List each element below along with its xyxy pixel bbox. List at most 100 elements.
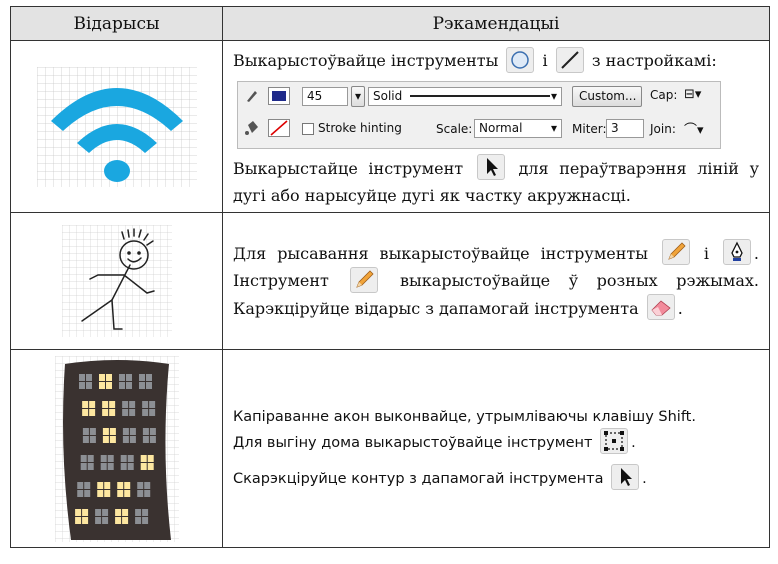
window-pane (149, 435, 156, 443)
stroke-color-swatch[interactable] (268, 86, 290, 105)
style-preview-line (410, 95, 551, 97)
cap-select-icon[interactable]: ⊟▾ (684, 87, 701, 102)
window-pane (138, 381, 145, 389)
stroke-width-field[interactable]: 45 (302, 86, 348, 106)
row3-text: Капіраванне акон выконвайце, утрымліваюч… (223, 405, 769, 492)
window-pane (88, 400, 95, 408)
join-label: Join: (650, 121, 676, 136)
window-pane (94, 516, 101, 524)
miter-field[interactable]: 3 (606, 118, 644, 138)
window-pane (101, 400, 108, 408)
window-pane (85, 381, 92, 389)
stroke-style-select[interactable]: Solid ▾ (368, 86, 562, 106)
window-pane (141, 508, 148, 516)
wifi-image-cell (10, 40, 223, 213)
window-pane (83, 489, 90, 497)
stickman-image-cell (10, 212, 223, 350)
window-pane (148, 400, 155, 408)
window-pane (76, 489, 83, 497)
window-pane (102, 427, 109, 435)
window-pane (142, 435, 149, 443)
window-pane (142, 427, 149, 435)
window-pane (102, 435, 109, 443)
window-pane (98, 373, 105, 381)
building-image-cell (10, 349, 223, 548)
stickman-eye-left (126, 251, 131, 255)
window-pane (78, 381, 85, 389)
window-pane (118, 373, 125, 381)
row3-p1: Капіраванне акон выконвайце, утрымліваюч… (233, 409, 696, 425)
window-pane (140, 462, 147, 470)
miter-label: Miter: (572, 121, 607, 136)
stroke-hinting-checkbox[interactable] (302, 122, 314, 135)
header-recommendations: Рэкамендацыі (222, 6, 770, 41)
pencil-tool-icon (350, 266, 379, 293)
window-pane (149, 427, 156, 435)
window-pane (107, 462, 114, 470)
window-pane (105, 381, 112, 389)
stroke-width-dropdown[interactable]: ▾ (351, 85, 365, 107)
row-building: Капіраванне акон выконвайце, утрымліваюч… (10, 349, 770, 548)
window-pane (128, 408, 135, 416)
window-pane (138, 373, 145, 381)
row3-p3: Скарэкціруйце контур з дапамогай інструм… (233, 464, 759, 492)
row1-line2: Выкарыстайце інструмент для пераўтварэнн… (223, 154, 769, 210)
window-pane (134, 516, 141, 524)
window-pane (109, 427, 116, 435)
scale-select[interactable]: Normal ▾ (474, 118, 562, 138)
custom-button[interactable]: Custom... (572, 85, 642, 107)
row-wifi: Выкарыстоўвайце інструменты і з настройк… (10, 40, 770, 213)
window-pane (108, 408, 115, 416)
row3-p2: Для выгіну дома выкарыстоўвайце інструме… (233, 428, 759, 456)
window-pane (114, 508, 121, 516)
window-pane (118, 381, 125, 389)
window-pane (148, 408, 155, 416)
window-pane (121, 516, 128, 524)
cap-label: Cap: (650, 87, 678, 102)
window-pane (89, 427, 96, 435)
building-drawing (54, 355, 179, 542)
window-pane (100, 462, 107, 470)
pencil-tool-icon (661, 239, 690, 266)
fill-color-swatch[interactable] (268, 118, 290, 137)
window-pane (74, 508, 81, 516)
window-pane (88, 408, 95, 416)
grid-background (61, 225, 172, 337)
window-pane (96, 489, 103, 497)
header-images: Відарысы (10, 6, 223, 41)
window-pane (80, 454, 87, 462)
window-pane (145, 373, 152, 381)
window-pane (103, 481, 110, 489)
window-pane (129, 427, 136, 435)
join-select-icon[interactable]: ⌒▾ (684, 119, 704, 138)
window-pane (76, 481, 83, 489)
window-pane (103, 489, 110, 497)
window-pane (116, 481, 123, 489)
window-pane (141, 408, 148, 416)
window-pane (123, 481, 130, 489)
window-pane (136, 489, 143, 497)
window-pane (147, 454, 154, 462)
window-pane (136, 481, 143, 489)
window-pane (129, 435, 136, 443)
free-transform-tool-icon (600, 428, 629, 454)
stickman-eye-right (136, 251, 141, 255)
scale-label: Scale: (436, 121, 473, 136)
window-pane (105, 373, 112, 381)
window-pane (81, 508, 88, 516)
window-pane (107, 454, 114, 462)
window-pane (128, 400, 135, 408)
window-pane (141, 516, 148, 524)
window-pane (74, 516, 81, 524)
window-pane (94, 508, 101, 516)
row-stickman: Для рысавання выкарыстоўвайце інструмент… (10, 212, 770, 350)
row1-text-cell: Выкарыстоўвайце інструменты і з настройк… (222, 40, 770, 213)
selection-tool-icon (476, 154, 505, 180)
eraser-tool-icon (646, 294, 675, 321)
window-pane (120, 462, 127, 470)
window-pane (134, 508, 141, 516)
window-pane (85, 373, 92, 381)
row3-text-cell: Капіраванне акон выконвайце, утрымліваюч… (222, 349, 770, 548)
window-pane (125, 373, 132, 381)
